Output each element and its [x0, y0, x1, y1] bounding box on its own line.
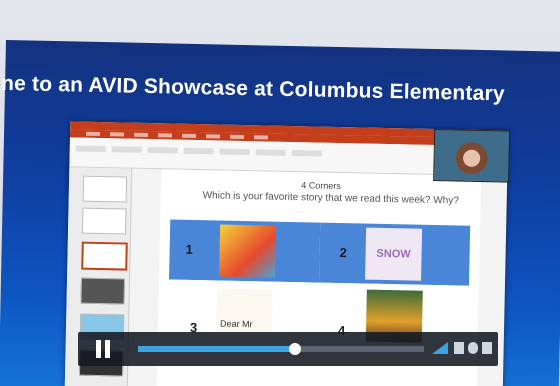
presenter-webcam — [433, 128, 511, 183]
video-player-controls[interactable] — [78, 332, 498, 366]
cc-icon[interactable] — [454, 342, 464, 354]
volume-icon[interactable] — [432, 342, 448, 354]
progress-fill — [138, 346, 296, 352]
book-cover-image — [219, 224, 277, 278]
pause-icon[interactable] — [94, 340, 112, 358]
corner-2: 2 SNOW — [318, 222, 471, 286]
book-cover-image: SNOW — [365, 227, 423, 281]
fullscreen-icon[interactable] — [482, 342, 492, 354]
slide-thumbnail[interactable] — [80, 277, 126, 305]
showcase-banner: ne to an AVID Showcase at Columbus Eleme… — [0, 71, 506, 106]
photo-of-screen: ne to an AVID Showcase at Columbus Eleme… — [0, 0, 560, 386]
settings-icon[interactable] — [468, 342, 478, 354]
corner-number: 1 — [185, 241, 194, 257]
slide-thumbnail-selected[interactable] — [81, 241, 128, 271]
corner-number: 2 — [339, 245, 348, 261]
slide-thumbnail[interactable] — [82, 175, 128, 203]
progress-bar[interactable] — [138, 343, 424, 355]
progress-handle[interactable] — [289, 343, 302, 355]
slide-thumbnail[interactable] — [81, 207, 127, 235]
corner-1: 1 — [169, 219, 321, 283]
